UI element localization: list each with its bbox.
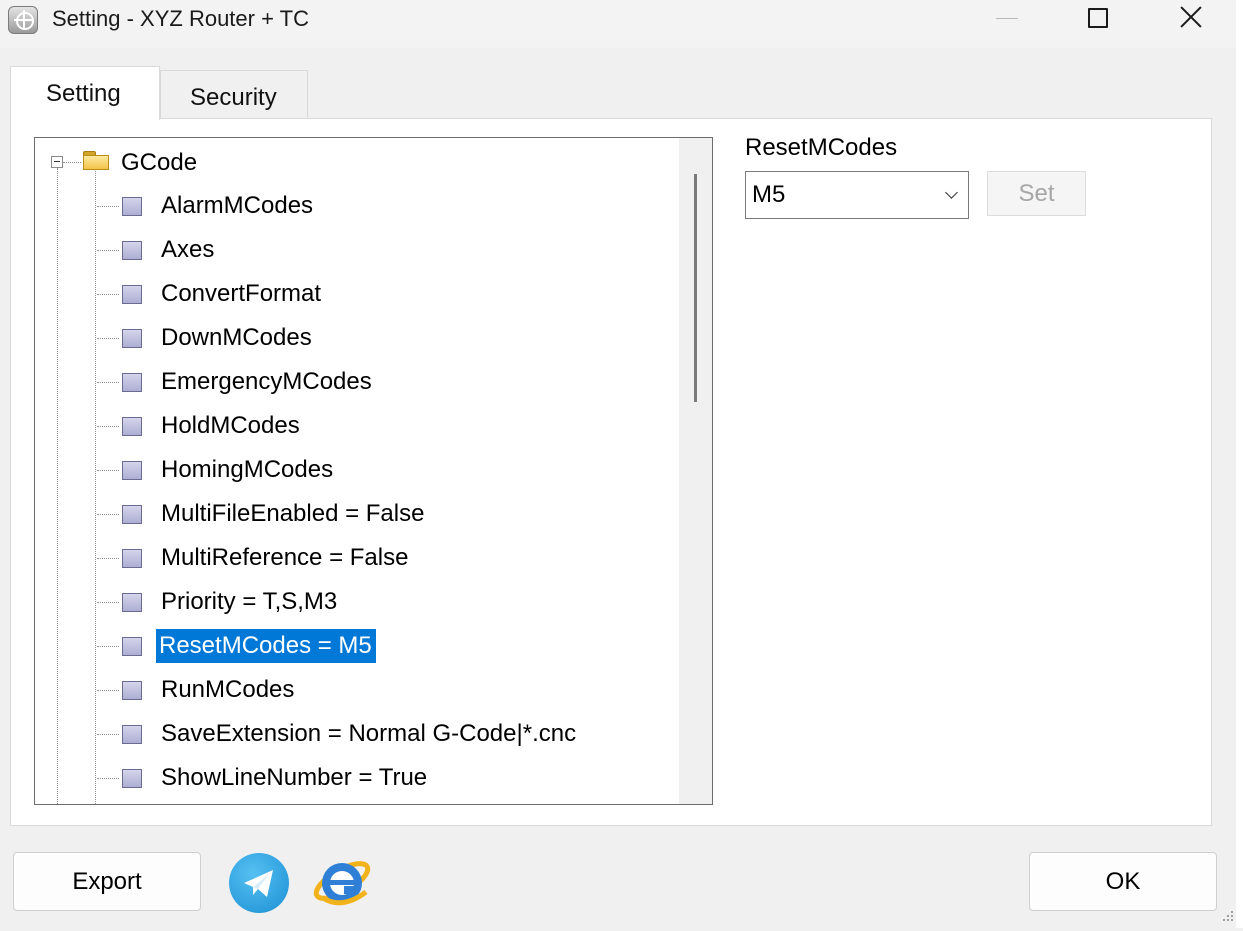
tree-item-label: HoldMCodes xyxy=(161,412,300,439)
tree-item[interactable]: MultiReference = False xyxy=(97,538,681,578)
chevron-down-icon xyxy=(945,186,958,199)
minimize-button xyxy=(976,0,1036,40)
value-combobox[interactable]: M5 xyxy=(745,171,969,219)
tree-item-label: ResetMCodes = M5 xyxy=(156,629,376,663)
tree-item-label: MultiReference = False xyxy=(161,544,409,571)
property-icon xyxy=(122,197,142,216)
tree-item-label: DownMCodes xyxy=(161,324,312,351)
tree-item[interactable]: SaveExtension = Normal G-Code|*.cnc xyxy=(97,714,681,754)
property-icon xyxy=(122,373,142,392)
close-button[interactable] xyxy=(1160,0,1220,40)
tree-item-label: ConvertFormat xyxy=(161,280,322,307)
property-icon xyxy=(122,593,142,612)
tree-item[interactable]: ConvertFormat xyxy=(97,274,681,314)
tree-item[interactable]: MultiFileEnabled = False xyxy=(97,494,681,534)
tree-item[interactable]: AlarmMCodes xyxy=(97,186,681,226)
tree-item-label: RunMCodes xyxy=(161,676,295,703)
maximize-icon xyxy=(1088,8,1108,28)
property-icon xyxy=(122,285,142,304)
tree-item-label: HomingMCodes xyxy=(161,456,334,483)
property-name-label: ResetMCodes xyxy=(745,134,898,161)
property-icon xyxy=(122,329,142,348)
tree-item[interactable]: RunMCodes xyxy=(97,670,681,710)
property-icon xyxy=(122,725,142,744)
tree-item[interactable]: ResetMCodes = M5 xyxy=(97,626,681,666)
property-icon xyxy=(122,549,142,568)
tree-item-label: SaveExtension = Normal G-Code|*.cnc xyxy=(161,720,577,747)
property-icon xyxy=(122,505,142,524)
tree-item[interactable]: HomingMCodes xyxy=(97,450,681,490)
combobox-value: M5 xyxy=(752,181,786,208)
tree-scrollbar[interactable] xyxy=(679,138,712,804)
tree-item[interactable]: Axes xyxy=(97,230,681,270)
property-icon xyxy=(122,769,142,788)
tree-root-gcode[interactable]: GCode xyxy=(121,149,197,177)
tree-item-label: EmergencyMCodes xyxy=(161,368,372,395)
tree-item-label: MultiFileEnabled = False xyxy=(161,500,425,527)
property-icon xyxy=(122,241,142,260)
telegram-icon[interactable] xyxy=(229,853,289,913)
property-icon xyxy=(122,417,142,436)
tab-setting[interactable]: Setting xyxy=(10,66,160,120)
tree-item-label: Axes xyxy=(161,236,215,263)
tree-item[interactable]: HoldMCodes xyxy=(97,406,681,446)
maximize-button[interactable] xyxy=(1066,0,1126,40)
ok-button[interactable]: OK xyxy=(1029,852,1217,911)
collapse-icon[interactable] xyxy=(51,156,63,168)
tree-item[interactable]: ShowLineNumber = True xyxy=(97,758,681,798)
tree-item[interactable]: EmergencyMCodes xyxy=(97,362,681,402)
window-edge xyxy=(1236,0,1243,928)
settings-tree[interactable]: GCode AlarmMCodes Axes ConvertFormat DownMC… xyxy=(34,137,713,805)
property-icon xyxy=(122,681,142,700)
title-bar: Setting - XYZ Router + TC xyxy=(0,0,1243,48)
tree-item-label: AlarmMCodes xyxy=(161,192,314,219)
tab-security[interactable]: Security xyxy=(160,70,308,118)
internet-explorer-icon[interactable] xyxy=(310,848,374,914)
tree-item[interactable]: Priority = T,S,M3 xyxy=(97,582,681,622)
property-icon xyxy=(122,461,142,480)
set-button[interactable]: Set xyxy=(987,171,1086,216)
tree-item-label: ShowLineNumber = True xyxy=(161,764,428,791)
export-button[interactable]: Export xyxy=(13,852,201,911)
minimize-icon xyxy=(996,18,1018,19)
tree-item-label: Priority = T,S,M3 xyxy=(161,588,338,615)
scrollbar-thumb[interactable] xyxy=(694,174,697,402)
tree-item[interactable]: DownMCodes xyxy=(97,318,681,358)
folder-icon xyxy=(83,151,109,171)
window-title: Setting - XYZ Router + TC xyxy=(52,6,309,31)
resize-grip-icon[interactable] xyxy=(1220,908,1236,926)
app-icon[interactable] xyxy=(8,6,38,34)
property-icon xyxy=(122,637,142,656)
